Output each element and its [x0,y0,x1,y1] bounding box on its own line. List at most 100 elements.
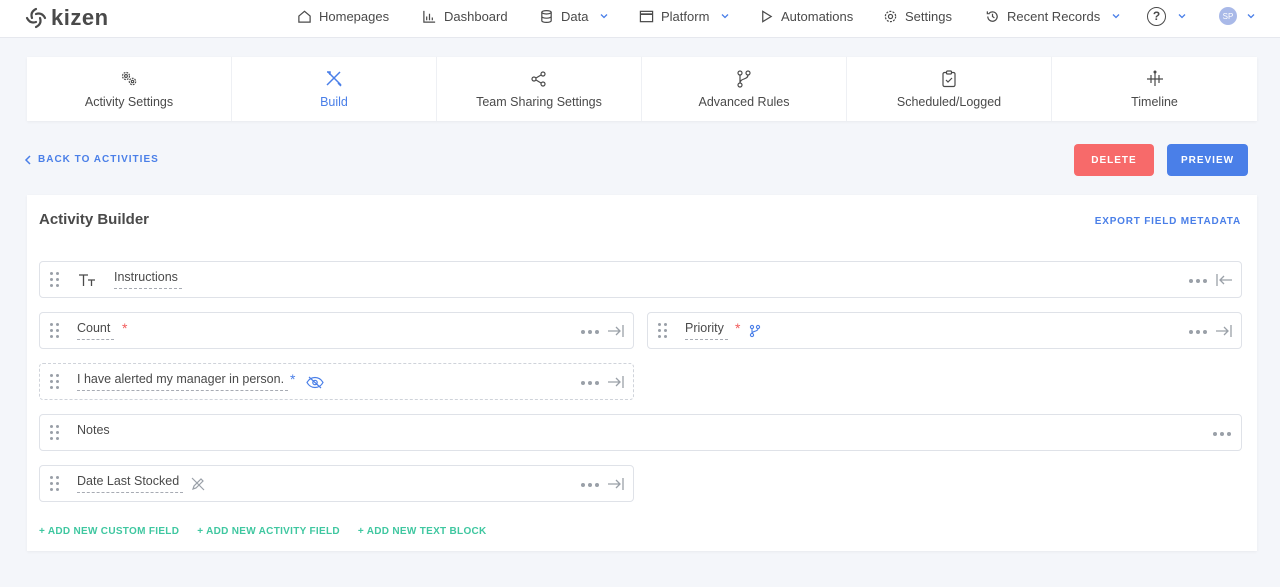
text-block-icon [79,274,95,286]
field-label: Date Last Stocked [77,474,184,493]
expand-right-icon[interactable] [607,476,625,492]
home-icon [298,10,311,23]
more-options-icon[interactable] [581,483,599,487]
chevron-left-icon [24,154,31,165]
more-options-icon[interactable] [581,381,599,385]
field-label: I have alerted my manager in person. [77,372,289,391]
nav-settings[interactable]: Settings [883,0,952,32]
avatar[interactable]: SP [1219,7,1237,25]
window-icon [639,10,654,22]
card-title: Activity Builder [39,211,150,228]
tab-label: Scheduled/Logged [896,95,1002,109]
nav-platform[interactable]: Platform [639,0,730,32]
tab-timeline[interactable]: Timeline [1052,57,1257,121]
delete-button[interactable]: DELETE [1074,144,1154,176]
tab-label: Activity Settings [84,95,174,109]
field-date-last-stocked[interactable]: Date Last Stocked [39,465,634,502]
drag-handle-icon[interactable] [658,323,668,339]
required-marker: * [735,320,741,336]
field-manager-alerted[interactable]: I have alerted my manager in person. * [39,363,634,400]
help-menu[interactable]: ? [1147,0,1187,32]
timeline-icon [1146,70,1163,86]
chevron-down-icon [601,14,608,19]
gears-icon [121,71,137,86]
nav-recent-label: Recent Records [1007,8,1101,24]
gear-icon [884,10,897,22]
tools-icon [326,71,342,87]
expand-right-icon[interactable] [607,323,625,339]
help-icon: ? [1147,6,1166,26]
chevron-down-icon [1112,14,1120,19]
expand-right-icon[interactable] [607,374,625,390]
add-text-block-link[interactable]: + ADD NEW TEXT BLOCK [358,526,487,537]
field-label: Instructions [114,270,182,289]
history-icon [986,10,998,22]
nav-settings-label: Settings [905,8,952,24]
more-options-icon[interactable] [1189,279,1207,283]
field-label: Notes [77,423,110,437]
kizen-logo-icon [25,7,47,29]
nav-dashboard[interactable]: Dashboard [422,0,508,32]
expand-right-icon[interactable] [1215,323,1233,339]
top-nav: kizen Homepages Dashboard Data Platform … [0,0,1280,38]
more-options-icon[interactable] [1189,330,1207,334]
nav-homepages-label: Homepages [319,8,390,24]
eye-slash-icon [306,376,324,389]
nav-automations[interactable]: Automations [759,0,853,32]
nav-data[interactable]: Data [539,0,609,32]
more-options-icon[interactable] [1213,432,1231,436]
drag-handle-icon[interactable] [50,476,60,492]
nav-homepages[interactable]: Homepages [297,0,389,32]
activity-builder-card: Activity Builder EXPORT FIELD METADATA I… [27,195,1257,551]
add-custom-field-link[interactable]: + ADD NEW CUSTOM FIELD [39,526,179,537]
play-icon [762,9,773,23]
tab-label: Team Sharing Settings [476,95,602,109]
more-options-icon[interactable] [581,330,599,334]
clipboard-check-icon [942,70,956,88]
drag-handle-icon[interactable] [50,374,60,390]
brand-logo[interactable]: kizen [25,5,109,31]
tab-label: Build [320,95,348,109]
field-instructions[interactable]: Instructions [39,261,1242,298]
tab-label: Timeline [1131,95,1178,109]
field-count[interactable]: Count * [39,312,634,349]
drag-handle-icon[interactable] [50,272,60,288]
field-notes[interactable]: Notes [39,414,1242,451]
preview-button[interactable]: PREVIEW [1167,144,1248,176]
builder-tabs: Activity Settings Build Team Sharing Set… [27,57,1257,121]
nav-dashboard-label: Dashboard [444,8,508,24]
nav-automations-label: Automations [781,8,854,24]
chevron-down-icon [1247,14,1255,19]
avatar-menu-toggle[interactable] [1242,0,1256,32]
bar-chart-icon [423,10,436,23]
tab-build[interactable]: Build [232,57,437,121]
nav-data-label: Data [561,8,589,24]
share-icon [531,71,546,87]
tab-label: Advanced Rules [698,95,790,109]
chevron-down-icon [1178,14,1186,19]
drag-handle-icon[interactable] [50,323,60,339]
collapse-left-icon[interactable] [1215,272,1233,288]
field-label: Priority [685,321,728,340]
tab-scheduled-logged[interactable]: Scheduled/Logged [847,57,1052,121]
pencil-slash-icon [191,477,205,491]
nav-platform-label: Platform [661,8,710,24]
add-field-links: + ADD NEW CUSTOM FIELD + ADD NEW ACTIVIT… [39,526,487,537]
brand-name: kizen [51,5,109,30]
tab-advanced-rules[interactable]: Advanced Rules [642,57,847,121]
chevron-down-icon [721,14,729,19]
branch-icon [737,70,751,88]
back-to-activities-link[interactable]: BACK TO ACTIVITIES [24,154,159,165]
required-marker: * [290,371,296,387]
field-label: Count [77,321,115,340]
branch-icon [749,324,761,338]
field-priority[interactable]: Priority * [647,312,1242,349]
nav-recent-records[interactable]: Recent Records [985,0,1121,32]
database-icon [541,9,552,23]
drag-handle-icon[interactable] [50,425,60,441]
tab-activity-settings[interactable]: Activity Settings [27,57,232,121]
add-activity-field-link[interactable]: + ADD NEW ACTIVITY FIELD [197,526,340,537]
back-label: BACK TO ACTIVITIES [38,154,159,165]
export-field-metadata-link[interactable]: EXPORT FIELD METADATA [1095,216,1241,227]
tab-team-sharing[interactable]: Team Sharing Settings [437,57,642,121]
